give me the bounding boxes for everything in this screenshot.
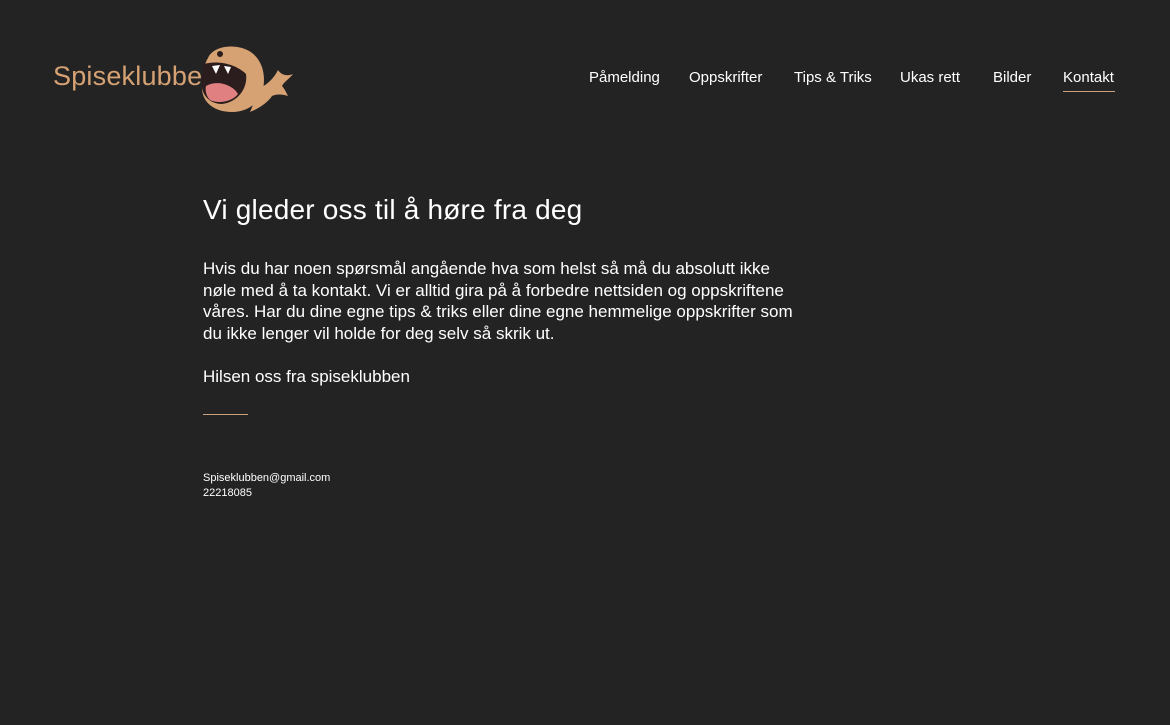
contact-content: Vi gleder oss til å høre fra deg Hvis du… xyxy=(203,190,803,501)
email-link[interactable]: Spiseklubben@gmail.com xyxy=(203,471,803,486)
nav-item-ukas-rett[interactable]: Ukas rett xyxy=(900,68,960,88)
nav-item-pamelding[interactable]: Påmelding xyxy=(589,68,660,88)
logo-link[interactable]: Spiseklubben xyxy=(53,44,293,114)
nav-item-tips-triks[interactable]: Tips & Triks xyxy=(794,68,872,88)
page-title: Vi gleder oss til å høre fra deg xyxy=(203,194,583,225)
brand-name: Spiseklubben xyxy=(53,61,218,91)
contact-info: Spiseklubben@gmail.com 22218085 xyxy=(203,471,803,501)
nav-item-bilder[interactable]: Bilder xyxy=(993,68,1031,88)
nav-item-kontakt[interactable]: Kontakt xyxy=(1063,68,1115,92)
intro-text: Hvis du har noen spørsmål angående hva s… xyxy=(203,259,793,343)
divider xyxy=(203,413,248,415)
phone-number: 22218085 xyxy=(203,486,252,499)
greeting-text: Hilsen oss fra spiseklubben xyxy=(203,367,410,386)
main-nav: Påmelding Oppskrifter Tips & Triks Ukas … xyxy=(586,68,1121,98)
whale-icon xyxy=(201,46,293,112)
nav-item-oppskrifter[interactable]: Oppskrifter xyxy=(689,68,762,88)
